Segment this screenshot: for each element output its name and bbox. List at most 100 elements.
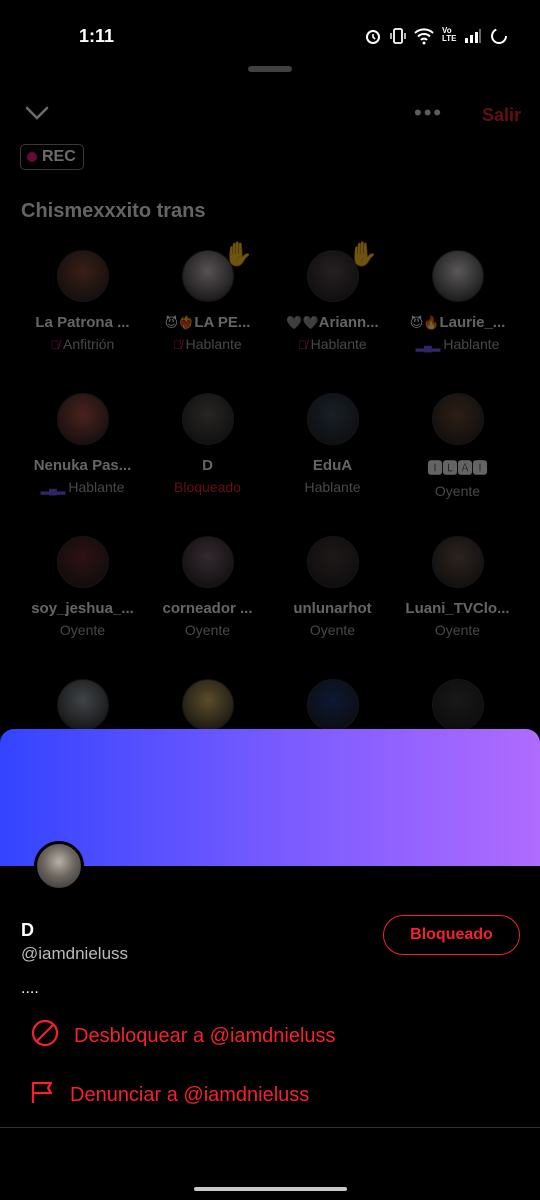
avatar[interactable] bbox=[34, 841, 84, 891]
participant-item[interactable]: Luani_TVClo... Oyente bbox=[395, 534, 520, 664]
participant-name: 😈🔥Laurie_... bbox=[395, 314, 520, 331]
participant-grid: La Patrona ... 🎙̸ Anfitrión ✋ 😈❤️‍🔥LA PE...… bbox=[20, 241, 520, 807]
avatar[interactable] bbox=[431, 393, 484, 445]
avatar[interactable] bbox=[306, 679, 359, 731]
participant-role: Oyente bbox=[395, 483, 520, 499]
participant-name-text: soy_jeshua_... bbox=[31, 600, 134, 617]
battery-icon bbox=[490, 27, 508, 45]
participant-role: Oyente bbox=[395, 622, 520, 638]
participant-role-text: Hablante bbox=[185, 336, 242, 352]
participant-role-text: Hablante bbox=[443, 336, 500, 352]
flag-icon bbox=[30, 1079, 56, 1111]
audio-bars-icon: ▂▄▂ bbox=[415, 340, 444, 352]
divider bbox=[0, 1127, 540, 1128]
avatar[interactable] bbox=[56, 679, 109, 731]
avatar[interactable] bbox=[306, 536, 359, 588]
participant-name: EduA bbox=[270, 457, 395, 474]
participant-role-text: Oyente bbox=[434, 483, 481, 499]
avatar[interactable] bbox=[56, 393, 109, 445]
raised-hand-icon: ✋ bbox=[348, 241, 378, 268]
recording-badge: REC bbox=[20, 144, 84, 170]
space-background: ••• Salir REC Chismexxxito trans La Patr… bbox=[0, 50, 540, 731]
participant-role: ▂▄▂ Hablante bbox=[395, 336, 520, 352]
name-emoji-prefix: 🩶🩶 bbox=[286, 315, 319, 330]
exit-button[interactable]: Salir bbox=[482, 105, 521, 126]
participant-name: soy_jeshua_... bbox=[20, 600, 145, 617]
participant-name-text: unlunarhot bbox=[293, 600, 372, 617]
avatar[interactable] bbox=[431, 679, 484, 731]
unblock-label: Desbloquear a @iamdnieluss bbox=[74, 1024, 336, 1047]
home-indicator[interactable] bbox=[194, 1187, 347, 1191]
participant-role-text: Hablante bbox=[68, 479, 125, 495]
participant-name: La Patrona ... bbox=[20, 314, 145, 331]
participant-item[interactable]: EduA Hablante bbox=[270, 391, 395, 521]
participant-role-text: Bloqueado bbox=[174, 479, 241, 495]
report-label: Denunciar a @iamdnieluss bbox=[70, 1083, 310, 1106]
wifi-icon bbox=[414, 27, 434, 45]
participant-name: Nenuka Pas... bbox=[20, 457, 145, 474]
record-dot-icon bbox=[27, 152, 37, 162]
mic-off-icon: 🎙̸ bbox=[298, 338, 311, 352]
profile-handle: @iamdnieluss bbox=[21, 944, 129, 963]
drag-handle[interactable] bbox=[248, 66, 292, 72]
avatar[interactable] bbox=[56, 250, 109, 302]
participant-name: 🩶🩶Ariann... bbox=[270, 314, 395, 331]
participant-role: Oyente bbox=[20, 622, 145, 638]
recording-label: REC bbox=[42, 148, 76, 165]
unblock-action[interactable]: Desbloquear a @iamdnieluss bbox=[30, 1018, 336, 1054]
participant-item[interactable]: corneador ... Oyente bbox=[145, 534, 270, 664]
audio-bars-icon: ▂▄▂ bbox=[40, 483, 69, 495]
participant-item[interactable]: 🅸🅻🅰🅸 Oyente bbox=[395, 391, 520, 521]
block-icon bbox=[30, 1018, 60, 1054]
participant-name: corneador ... bbox=[145, 600, 270, 617]
avatar[interactable] bbox=[181, 536, 234, 588]
participant-role: Oyente bbox=[270, 622, 395, 638]
participant-item[interactable]: unlunarhot Oyente bbox=[270, 534, 395, 664]
participant-name: unlunarhot bbox=[270, 600, 395, 617]
more-options-icon[interactable]: ••• bbox=[414, 102, 443, 124]
participant-name-text: Laurie_... bbox=[439, 314, 506, 331]
status-icons: Vo LTE bbox=[364, 27, 508, 45]
profile-sheet: D @iamdnieluss .... Bloqueado Desbloquea… bbox=[0, 729, 540, 1200]
participant-name-text: LA PE... bbox=[194, 314, 251, 331]
participant-role-text: Oyente bbox=[59, 622, 106, 638]
participant-name-text: 🅸🅻🅰🅸 bbox=[427, 460, 488, 477]
avatar[interactable] bbox=[431, 536, 484, 588]
avatar[interactable] bbox=[181, 679, 234, 731]
blocked-button[interactable]: Bloqueado bbox=[383, 915, 520, 955]
avatar[interactable] bbox=[56, 536, 109, 588]
participant-name: 🅸🅻🅰🅸 bbox=[395, 457, 520, 478]
mic-off-icon: 🎙̸ bbox=[173, 338, 186, 352]
vibrate-icon bbox=[390, 27, 406, 45]
participant-name: Luani_TVClo... bbox=[395, 600, 520, 617]
participant-role-text: Oyente bbox=[309, 622, 356, 638]
report-action[interactable]: Denunciar a @iamdnieluss bbox=[30, 1079, 309, 1111]
avatar[interactable] bbox=[181, 393, 234, 445]
participant-item[interactable]: soy_jeshua_... Oyente bbox=[20, 534, 145, 664]
participant-name-text: D bbox=[202, 457, 213, 474]
participant-role: 🎙̸ Anfitrión bbox=[20, 336, 145, 352]
chevron-down-icon[interactable] bbox=[24, 100, 50, 126]
volte-icon: Vo LTE bbox=[442, 26, 457, 43]
participant-role: 🎙̸ Hablante bbox=[145, 336, 270, 352]
participant-role: Hablante bbox=[270, 479, 395, 495]
space-title: Chismexxxito trans bbox=[21, 200, 206, 222]
participant-item[interactable]: ✋ 🩶🩶Ariann... 🎙̸ Hablante bbox=[270, 241, 395, 378]
participant-role: Oyente bbox=[145, 622, 270, 638]
participant-item[interactable]: La Patrona ... 🎙̸ Anfitrión bbox=[20, 248, 145, 378]
participant-item[interactable]: D Bloqueado bbox=[145, 391, 270, 521]
avatar[interactable] bbox=[431, 250, 484, 302]
participant-role-text: Oyente bbox=[434, 622, 481, 638]
status-time: 1:11 bbox=[79, 26, 115, 46]
profile-name: D bbox=[21, 920, 34, 940]
participant-item[interactable]: 😈🔥Laurie_... ▂▄▂ Hablante bbox=[395, 248, 520, 378]
participant-name: 😈❤️‍🔥LA PE... bbox=[145, 314, 270, 331]
participant-role: ▂▄▂ Hablante bbox=[20, 479, 145, 495]
avatar[interactable] bbox=[306, 393, 359, 445]
participant-item[interactable]: ✋ 😈❤️‍🔥LA PE... 🎙̸ Hablante bbox=[145, 241, 270, 378]
participant-role-text: Anfitrión bbox=[62, 336, 115, 352]
alarm-icon bbox=[364, 27, 382, 45]
participant-item[interactable]: Nenuka Pas... ▂▄▂ Hablante bbox=[20, 391, 145, 521]
mic-off-icon: 🎙̸ bbox=[50, 338, 63, 352]
participant-name-text: Luani_TVClo... bbox=[405, 600, 510, 617]
